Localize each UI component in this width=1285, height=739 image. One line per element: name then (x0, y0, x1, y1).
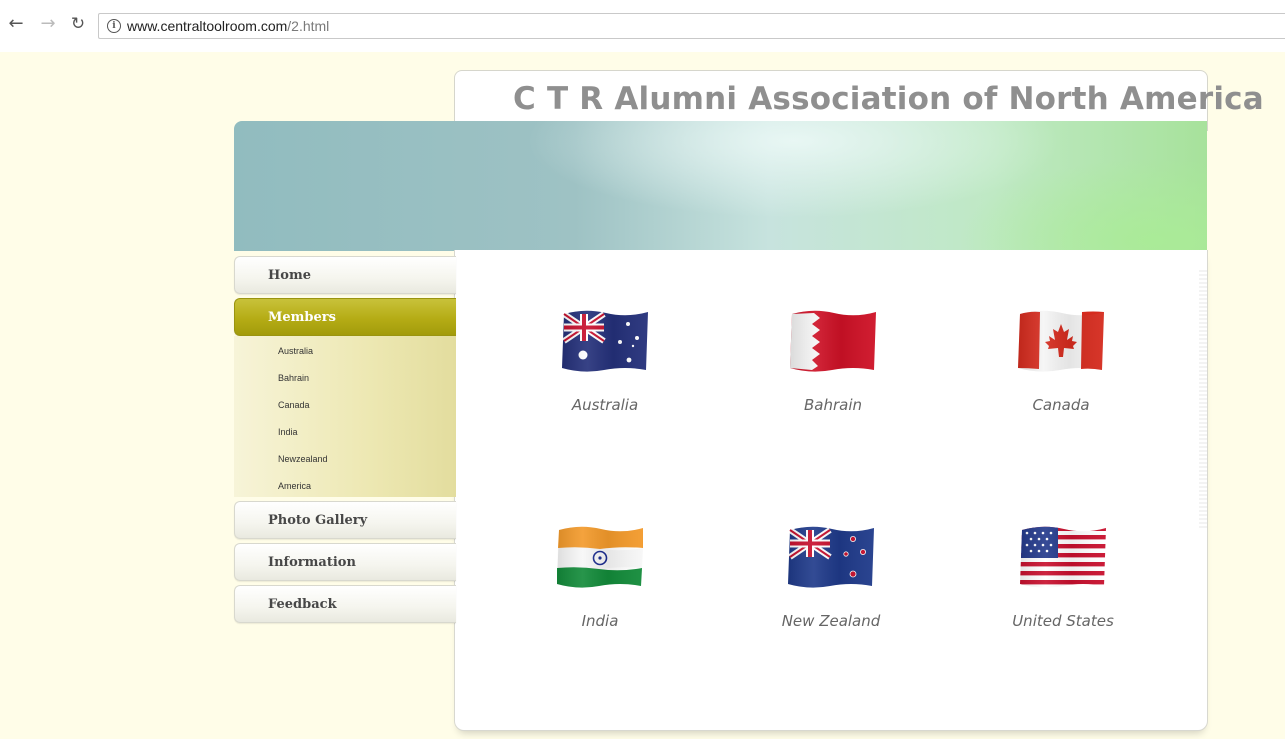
address-bar[interactable]: i www.centraltoolroom.com/2.html (98, 13, 1285, 39)
submenu-item-america[interactable]: America (278, 481, 311, 491)
sidebar-item-label: Photo Gallery (268, 513, 368, 528)
url-host: www.centraltoolroom.com (127, 18, 288, 34)
flag-label: Bahrain (803, 396, 863, 414)
members-submenu: Australia Bahrain Canada India Newzealan… (234, 336, 456, 497)
forward-arrow-icon[interactable]: → (38, 14, 58, 34)
sidebar-item-home[interactable]: Home (234, 256, 456, 294)
sidebar-item-members[interactable]: Members (234, 298, 456, 336)
submenu-item-newzealand[interactable]: Newzealand (278, 454, 328, 464)
submenu-item-canada[interactable]: Canada (278, 400, 310, 410)
sidebar-item-label: Members (268, 310, 336, 325)
sidebar-item-label: Information (268, 555, 356, 570)
info-icon[interactable]: i (107, 19, 121, 33)
sidebar-nav: Home Members Australia Bahrain Canada In… (234, 256, 456, 627)
flag-item-india[interactable]: India (510, 524, 690, 630)
browser-toolbar: ← → ↻ i www.centraltoolroom.com/2.html (0, 0, 1285, 52)
australia-flag-icon (562, 310, 648, 372)
united-states-flag-icon (1020, 526, 1106, 588)
flag-item-united-states[interactable]: United States (973, 524, 1153, 630)
flag-item-australia[interactable]: Australia (515, 308, 695, 414)
submenu-item-india[interactable]: India (278, 427, 298, 437)
india-flag-icon (557, 526, 643, 588)
back-arrow-icon[interactable]: ← (6, 14, 26, 34)
flag-label: New Zealand (781, 612, 881, 630)
header-banner (234, 121, 1207, 251)
flag-item-bahrain[interactable]: Bahrain (743, 308, 923, 414)
submenu-item-bahrain[interactable]: Bahrain (278, 373, 309, 383)
canada-flag-icon (1018, 310, 1104, 372)
url-path: /2.html (287, 18, 330, 34)
flag-item-new-zealand[interactable]: New Zealand (741, 524, 921, 630)
new-zealand-flag-icon (788, 526, 874, 588)
url-text: www.centraltoolroom.com/2.html (127, 18, 329, 34)
flag-item-canada[interactable]: Canada (971, 308, 1151, 414)
sidebar-item-feedback[interactable]: Feedback (234, 585, 456, 623)
sidebar-item-information[interactable]: Information (234, 543, 456, 581)
sidebar-item-label: Feedback (268, 597, 337, 612)
flag-label: Canada (1032, 396, 1090, 414)
site-title: C T R Alumni Association of North Americ… (513, 81, 1264, 117)
flag-label: Australia (571, 396, 639, 414)
sidebar-item-photo-gallery[interactable]: Photo Gallery (234, 501, 456, 539)
reload-icon[interactable]: ↻ (68, 14, 88, 34)
members-content: Australia Bahrain Canada India New Zeala… (454, 250, 1208, 731)
sidebar-item-label: Home (268, 268, 311, 283)
flag-label: India (581, 612, 619, 630)
flag-label: United States (1012, 612, 1114, 630)
bahrain-flag-icon (790, 310, 876, 372)
submenu-item-australia[interactable]: Australia (278, 346, 313, 356)
